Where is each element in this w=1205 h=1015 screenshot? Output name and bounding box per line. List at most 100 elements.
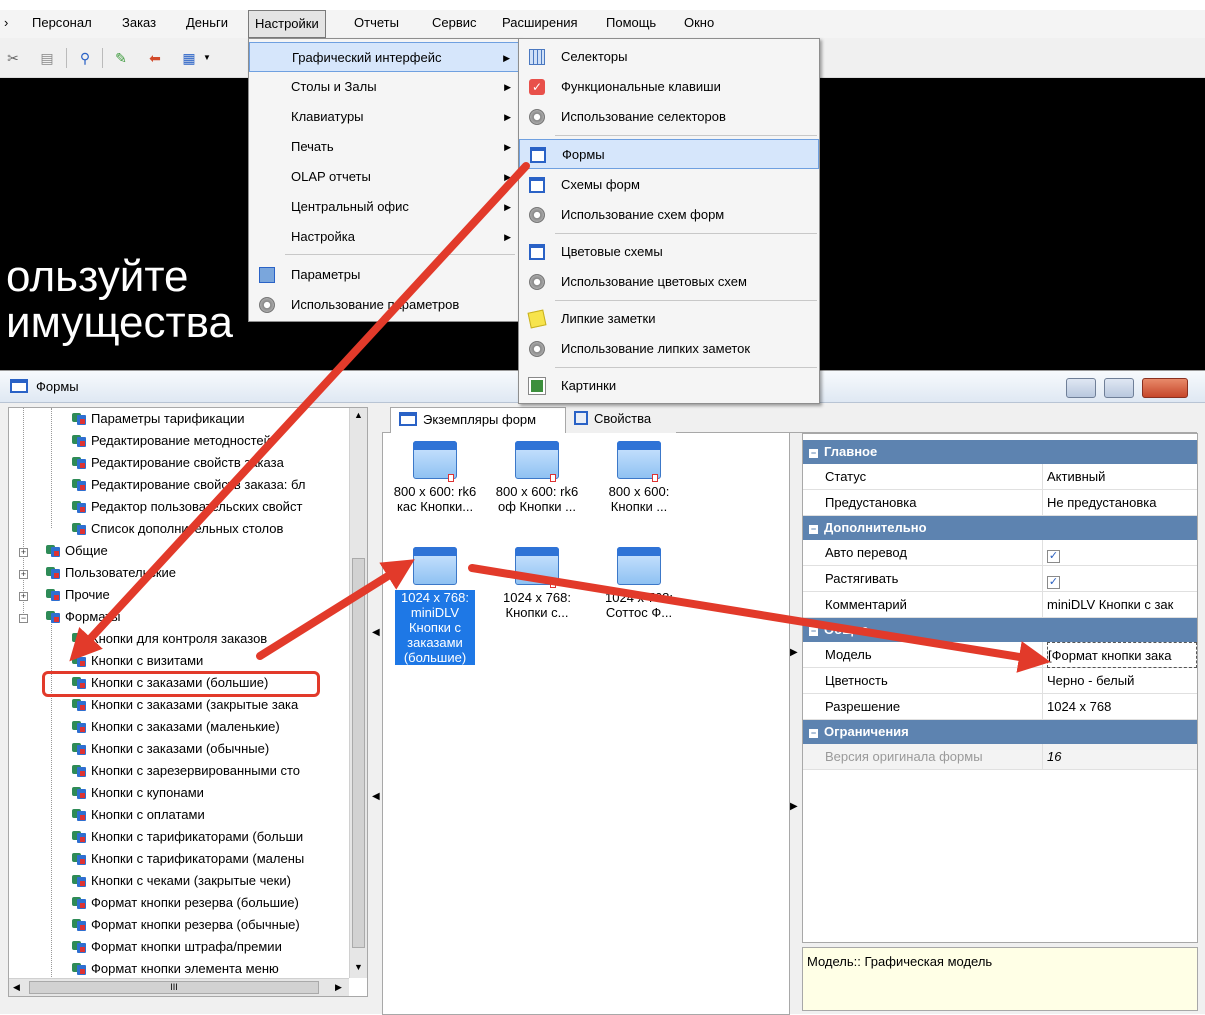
- property-value[interactable]: Не предустановка: [1047, 490, 1197, 516]
- menu-item-setup[interactable]: Настройка ▶: [249, 222, 519, 252]
- tree-item[interactable]: Кнопки с оплатами: [71, 804, 205, 826]
- property-category-extra[interactable]: − Дополнительно: [803, 516, 1197, 540]
- menu-item-central-office[interactable]: Центральный офис ▶: [249, 192, 519, 222]
- submenu-item-pictures[interactable]: Картинки: [519, 371, 819, 401]
- property-row-stretch[interactable]: Растягивать ✓: [803, 566, 1197, 592]
- tree-item[interactable]: Кнопки с тарификаторами (больши: [71, 826, 303, 848]
- property-row-model[interactable]: Модель [Формат кнопки зака: [803, 642, 1197, 668]
- property-value[interactable]: miniDLV Кнопки с зак: [1047, 592, 1197, 618]
- submenu-item-color-schemes-usage[interactable]: Использование цветовых схем: [519, 267, 819, 297]
- tree-item[interactable]: Кнопки с заказами (маленькие): [71, 716, 280, 738]
- menu-extensions[interactable]: Расширения: [502, 15, 578, 30]
- collapse-icon[interactable]: −: [809, 729, 818, 738]
- property-row-status[interactable]: Статус Активный: [803, 464, 1197, 490]
- menu-reports[interactable]: Отчеты: [354, 15, 399, 30]
- property-row-comment[interactable]: Комментарий miniDLV Кнопки с зак: [803, 592, 1197, 618]
- submenu-item-selectors[interactable]: Селекторы: [519, 42, 819, 72]
- tree-item-general[interactable]: Общие: [45, 540, 108, 562]
- scroll-down-icon[interactable]: ▼: [354, 962, 363, 972]
- tree-item[interactable]: Формат кнопки штрафа/премии: [71, 936, 282, 958]
- property-row-auto-translate[interactable]: Авто перевод ✓: [803, 540, 1197, 566]
- tree-item[interactable]: Редактирование свойств заказа: [71, 452, 284, 474]
- tree-item[interactable]: Кнопки с тарификаторами (малены: [71, 848, 304, 870]
- splitter-right-icon[interactable]: ▶: [790, 801, 798, 812]
- tree-item[interactable]: Формат кнопки элемента меню: [71, 958, 279, 980]
- tree-vertical-scrollbar[interactable]: ▲ ▼: [349, 408, 367, 978]
- property-row-version[interactable]: Версия оригинала формы 16: [803, 744, 1197, 770]
- tree-item[interactable]: Список дополнительных столов: [71, 518, 283, 540]
- import-icon[interactable]: ⬅: [146, 49, 164, 67]
- submenu-item-sticky-notes[interactable]: Липкие заметки: [519, 304, 819, 334]
- property-category-limits[interactable]: − Ограничения: [803, 720, 1197, 744]
- tree-item[interactable]: Редактирование свойств заказа: бл: [71, 474, 305, 496]
- tree-item[interactable]: Кнопки с купонами: [71, 782, 204, 804]
- tree-item[interactable]: Кнопки с чеками (закрытые чеки): [71, 870, 291, 892]
- table-icon[interactable]: ▦: [180, 49, 198, 67]
- tree-horizontal-scrollbar[interactable]: ◀ III ▶: [9, 978, 349, 996]
- menu-service[interactable]: Сервис: [432, 15, 477, 30]
- submenu-item-form-schemes-usage[interactable]: Использование схем форм: [519, 200, 819, 230]
- collapse-icon[interactable]: −: [809, 525, 818, 534]
- tree-item[interactable]: Кнопки с заказами (обычные): [71, 738, 269, 760]
- menu-item-olap[interactable]: OLAP отчеты ▶: [249, 162, 519, 192]
- tree-item[interactable]: Редактор пользовательских свойст: [71, 496, 302, 518]
- menu-item-parameters[interactable]: Параметры: [249, 260, 519, 290]
- form-instance[interactable]: 800 x 600: rk6 кас Кнопки...: [387, 441, 483, 514]
- maximize-button[interactable]: [1104, 378, 1134, 398]
- submenu-item-function-keys[interactable]: ✓ Функциональные клавиши: [519, 72, 819, 102]
- property-category-general[interactable]: − Общие: [803, 618, 1197, 642]
- tree-item-other[interactable]: Прочие: [45, 584, 110, 606]
- scroll-up-icon[interactable]: ▲: [354, 410, 363, 420]
- submenu-item-selectors-usage[interactable]: Использование селекторов: [519, 102, 819, 132]
- paste-icon[interactable]: ▤: [38, 49, 56, 67]
- menu-item-tables-halls[interactable]: Столы и Залы ▶: [249, 72, 519, 102]
- scroll-thumb[interactable]: III: [29, 981, 319, 994]
- tree-item[interactable]: Кнопки с зарезервированными сто: [71, 760, 300, 782]
- collapse-icon[interactable]: −: [809, 627, 818, 636]
- tree-expand-toggle[interactable]: +: [19, 592, 28, 601]
- scroll-thumb[interactable]: [352, 558, 365, 948]
- close-button[interactable]: [1142, 378, 1188, 398]
- menu-settings[interactable]: Настройки: [248, 10, 326, 38]
- submenu-item-form-schemes[interactable]: Схемы форм: [519, 170, 819, 200]
- form-instance-selected[interactable]: 1024 x 768: miniDLV Кнопки с заказами (бо…: [395, 547, 475, 665]
- tree-item[interactable]: Формат кнопки резерва (большие): [71, 892, 299, 914]
- property-value[interactable]: 1024 x 768: [1047, 694, 1197, 720]
- menu-item-parameters-usage[interactable]: Использование параметров: [249, 290, 519, 320]
- tree-item[interactable]: Кнопки с заказами (закрытые зака: [71, 694, 298, 716]
- splitter-left-icon[interactable]: ◀: [372, 627, 380, 638]
- tree-item-formats[interactable]: Форматы: [45, 606, 121, 628]
- tree-expand-toggle[interactable]: +: [19, 548, 28, 557]
- scroll-left-icon[interactable]: ◀: [13, 982, 20, 993]
- property-value-editing[interactable]: [Формат кнопки зака: [1047, 642, 1197, 668]
- edit-icon[interactable]: ✎: [112, 49, 130, 67]
- menu-window[interactable]: Окно: [684, 15, 714, 30]
- tree-item[interactable]: Кнопки для контроля заказов: [71, 628, 267, 650]
- auto-translate-checkbox[interactable]: ✓: [1047, 550, 1060, 563]
- form-instance[interactable]: 800 x 600: Кнопки ...: [591, 441, 687, 514]
- submenu-item-forms[interactable]: Формы: [519, 139, 819, 169]
- chevron-down-icon[interactable]: ▼: [198, 49, 216, 67]
- collapse-icon[interactable]: −: [809, 449, 818, 458]
- tree-expand-toggle[interactable]: +: [19, 570, 28, 579]
- submenu-item-sticky-notes-usage[interactable]: Использование липких заметок: [519, 334, 819, 364]
- scroll-right-icon[interactable]: ▶: [335, 982, 342, 993]
- form-instance[interactable]: 1024 x 768: Кнопки с...: [489, 547, 585, 620]
- stretch-checkbox[interactable]: ✓: [1047, 576, 1060, 589]
- tree-item[interactable]: Параметры тарификации: [71, 408, 245, 430]
- tree-item[interactable]: Редактирование методностей: [71, 430, 271, 452]
- tab-form-instances[interactable]: Экземпляры форм: [390, 407, 566, 434]
- submenu-item-color-schemes[interactable]: Цветовые схемы: [519, 237, 819, 267]
- tree-item[interactable]: Кнопки с визитами: [71, 650, 203, 672]
- search-icon[interactable]: ⚲: [76, 49, 94, 67]
- property-value[interactable]: Активный: [1047, 464, 1197, 490]
- menu-order[interactable]: Заказ: [122, 15, 156, 30]
- splitter-right-icon[interactable]: ▶: [790, 647, 798, 658]
- property-row-preset[interactable]: Предустановка Не предустановка: [803, 490, 1197, 516]
- tree-item-custom[interactable]: Пользовательские: [45, 562, 176, 584]
- minimize-button[interactable]: [1066, 378, 1096, 398]
- cut-icon[interactable]: ✂: [4, 49, 22, 67]
- menu-item-keyboards[interactable]: Клавиатуры ▶: [249, 102, 519, 132]
- menu-item-gui[interactable]: Графический интерфейс ▶: [249, 42, 519, 72]
- menu-item-print[interactable]: Печать ▶: [249, 132, 519, 162]
